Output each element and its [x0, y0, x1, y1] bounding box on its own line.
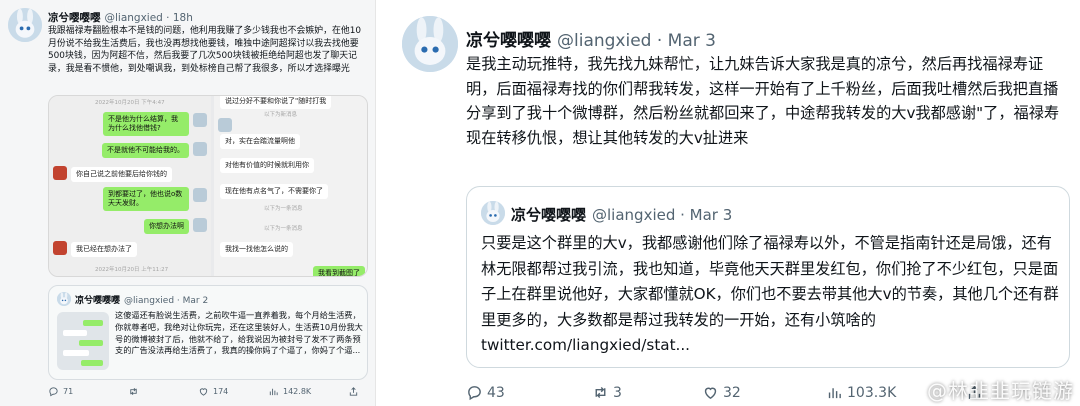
- quoted-tweet[interactable]: 凉兮嘤嘤嘤 @liangxied · Mar 3 只要是这个群里的大v，我都感谢他…: [466, 186, 1070, 368]
- like-button[interactable]: 174: [198, 386, 228, 397]
- author-name: 凉兮嘤嘤嘤: [511, 206, 587, 224]
- like-button[interactable]: 32: [702, 384, 741, 401]
- share-icon: [349, 387, 358, 396]
- avatar[interactable]: [402, 16, 458, 72]
- tweet-text: 我跟福禄寿翻脸根本不是钱的问题，他利用我赚了多少钱我也不会嫉妒，在他10月份说不…: [48, 26, 362, 74]
- chat-bubble: 我已经在想办法了: [71, 242, 137, 257]
- chat-timestamp: 2022年10月20日 上午11:27: [95, 267, 169, 273]
- chat-bubble: 不是就他不可能给我的。: [102, 143, 189, 158]
- avatar: [193, 188, 207, 202]
- reply-count: 43: [487, 384, 505, 401]
- retweet-button[interactable]: 3: [592, 384, 622, 401]
- avatar: [57, 292, 71, 306]
- chat-bubble: 你想办法啊: [144, 219, 189, 234]
- chat-bubble: 对他有价值的时候就利用你: [220, 158, 314, 173]
- avatar: [481, 201, 505, 225]
- bunny-avatar-icon: [481, 201, 505, 225]
- avatar: [193, 113, 207, 127]
- author-name: 凉兮嘤嘤嘤: [75, 296, 121, 306]
- quoted-tweet[interactable]: 凉兮嘤嘤嘤 @liangxied · Mar 2 这傻逼还有脸说生活费，之前吹牛逼…: [48, 285, 368, 380]
- handle-time[interactable]: @liangxied · 18h: [105, 12, 193, 24]
- chat-timestamp: 2022年10月20日 下午4:47: [95, 100, 165, 106]
- quote-header: 凉兮嘤嘤嘤 @liangxied · Mar 2: [75, 293, 208, 306]
- chat-bubble: 我看到截图了: [313, 266, 365, 276]
- quote-text: 只要是这个群里的大v，我都感谢他们除了福禄寿以外，不管是指南针还是局饿，还有林无…: [481, 234, 1059, 354]
- avatar: [53, 166, 67, 180]
- tweet-header: 凉兮嘤嘤嘤 @liangxied · 18h: [48, 10, 193, 25]
- tweet-text: 是我主动玩推特，我先找九妹帮忙，让九妹告诉大家我是真的凉兮，然后再找福禄寿证明，…: [466, 55, 1060, 147]
- retweet-icon: [130, 387, 137, 396]
- views-icon: [828, 388, 841, 399]
- left-tweet: 凉兮嘤嘤嘤 @liangxied · 18h 我跟福禄寿翻脸根本不是钱的问题，他利…: [0, 0, 376, 406]
- avatar: [218, 118, 232, 132]
- chat-bubble: 到都要过了，他也说o数天天发财。: [103, 187, 189, 211]
- chat-bubble: 我找一找他怎么说的: [220, 242, 293, 257]
- chat-bubble: 现在他有点名气了，不需要你了: [220, 184, 328, 199]
- handle-time: @liangxied · Mar 2: [124, 296, 209, 306]
- bunny-avatar-icon: [402, 16, 458, 72]
- chat-timestamp: 以下为一条消息: [264, 206, 303, 212]
- quote-thumbnail: [57, 312, 109, 370]
- like-count: 32: [723, 384, 741, 401]
- heart-icon: [704, 387, 717, 400]
- reply-icon: [49, 387, 58, 397]
- reply-count: 71: [63, 387, 74, 396]
- tweet-header: 凉兮嘤嘤嘤 @liangxied · Mar 3: [466, 26, 716, 51]
- handle-time[interactable]: @liangxied · Mar 3: [557, 31, 716, 51]
- chat-right-pane: 说过分好不要和你说了"随时打我 以下为新消息 对，实在会踏流量啊他 对他有价值的…: [214, 96, 367, 276]
- bunny-avatar-icon: [57, 292, 71, 306]
- tweet-actions: 71 174 142.8K: [48, 386, 368, 402]
- heart-icon: [199, 388, 208, 396]
- views-icon: [269, 388, 278, 396]
- reply-icon: [468, 386, 481, 401]
- watermark: @林韭韭玩链游: [927, 379, 1074, 403]
- handle-time: @liangxied · Mar 3: [592, 206, 733, 224]
- retweet-count: 3: [613, 384, 622, 401]
- chat-left-pane: 2022年10月20日 下午4:47 不是他为什么结算，我为什么找他借钱? 不是…: [49, 96, 211, 276]
- avatar: [53, 241, 67, 255]
- reply-button[interactable]: 43: [466, 384, 505, 401]
- view-count: 142.8K: [283, 387, 312, 396]
- avatar: [193, 142, 207, 156]
- views-button[interactable]: 103.3K: [826, 384, 896, 401]
- avatar: [193, 218, 207, 232]
- chat-timestamp: 以下为一条消息: [264, 226, 303, 232]
- avatar[interactable]: [8, 8, 42, 42]
- reply-button[interactable]: 71: [48, 386, 73, 397]
- quote-text: 这傻逼还有脸说生活费，之前吹牛逼一直养着我，每个月给生活费，你就尊者吧，我绝对让…: [115, 310, 363, 356]
- author-name[interactable]: 凉兮嘤嘤嘤: [48, 12, 101, 24]
- chat-bubble: 你自己说之前他要后给你钱的: [71, 167, 172, 182]
- retweet-icon: [595, 387, 606, 398]
- chat-bubble: 说过分好不要和你说了"随时打我: [220, 96, 332, 109]
- view-count: 103.3K: [847, 384, 897, 401]
- chat-bubble: 不是他为什么结算，我为什么找他借钱?: [103, 112, 189, 136]
- author-name[interactable]: 凉兮嘤嘤嘤: [466, 31, 551, 51]
- chat-screenshot[interactable]: 2022年10月20日 下午4:47 不是他为什么结算，我为什么找他借钱? 不是…: [48, 95, 368, 277]
- quote-header: 凉兮嘤嘤嘤 @liangxied · Mar 3: [511, 204, 732, 225]
- share-button[interactable]: [348, 386, 359, 397]
- like-count: 174: [213, 387, 229, 396]
- chat-bubble: 对，实在会踏流量啊他: [220, 134, 300, 149]
- retweet-button[interactable]: [128, 386, 143, 397]
- chat-timestamp: 以下为新消息: [264, 112, 298, 118]
- right-tweet: 凉兮嘤嘤嘤 @liangxied · Mar 3 是我主动玩推特，我先找九妹帮忙，…: [388, 0, 1080, 406]
- views-button[interactable]: 142.8K: [268, 386, 311, 397]
- bunny-avatar-icon: [8, 8, 42, 42]
